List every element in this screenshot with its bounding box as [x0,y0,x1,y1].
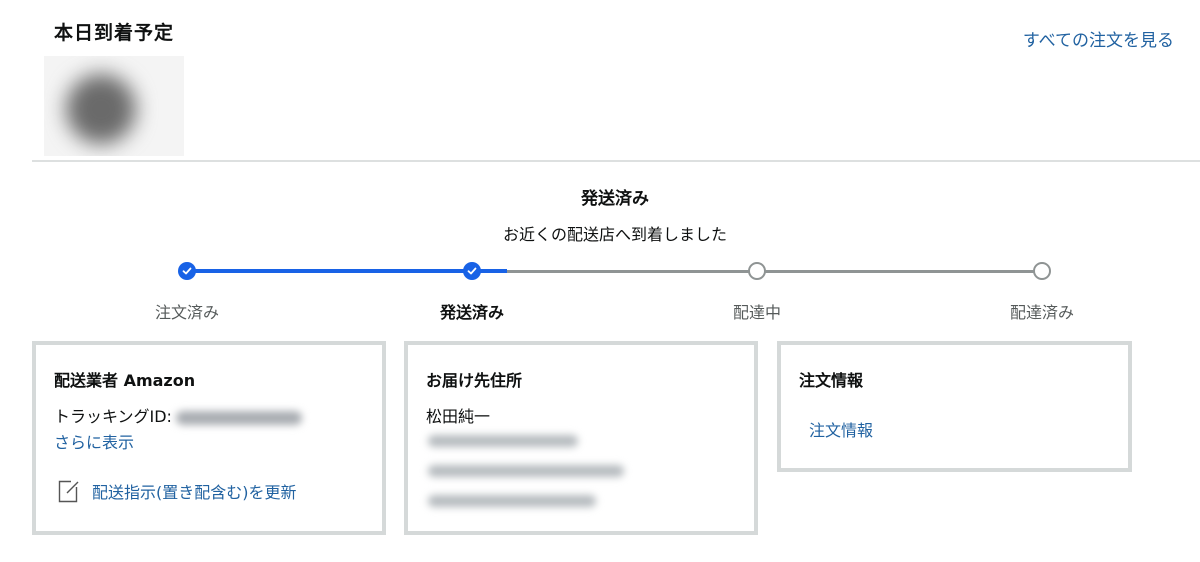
section-divider [32,160,1200,162]
recipient-name: 松田純一 [426,407,491,426]
product-image-blurred [66,74,136,144]
step-node-delivered [1033,262,1051,280]
edit-note-icon [58,480,79,503]
order-info-card: 注文情報 注文情報 [777,341,1132,472]
page-title: 本日到着予定 [54,22,175,44]
tracking-id-value-redacted [175,410,302,425]
step-node-out-for-delivery [748,262,766,280]
order-info-link[interactable]: 注文情報 [809,417,873,441]
carrier-card-title: 配送業者 Amazon [54,371,196,390]
shipping-address-card: お届け先住所 松田純一 [404,341,758,535]
tracking-id-label: トラッキングID: [54,407,172,426]
update-delivery-instructions-link[interactable]: 配送指示(置き配含む)を更新 [58,479,297,503]
progress-track-completed [187,269,507,273]
progress-track-remaining [507,270,1042,273]
order-info-title: 注文情報 [799,371,864,390]
tracking-id: トラッキングID: [54,403,302,427]
product-thumbnail[interactable] [44,56,184,156]
address-line-redacted [428,435,578,447]
step-node-ordered [178,262,196,280]
view-all-orders-link[interactable]: すべての注文を見る [1023,26,1174,51]
step-label-ordered: 注文済み [154,303,219,322]
check-icon [182,267,192,275]
shipment-status-subtitle: お近くの配送店へ到着しました [502,225,727,244]
carrier-card: 配送業者 Amazon トラッキングID: さらに表示 配送指示(置き配含む)を… [32,341,386,535]
address-line-redacted [428,495,596,507]
step-node-shipped [463,262,481,280]
step-label-out-for-delivery: 配達中 [732,303,781,322]
step-label-delivered: 配達済み [1009,303,1074,322]
show-more-link[interactable]: さらに表示 [54,429,134,453]
shipment-status-title: 発送済み [581,189,649,209]
update-delivery-instructions-label: 配送指示(置き配含む)を更新 [92,483,297,502]
step-label-shipped: 発送済み [439,303,504,322]
shipping-address-title: お届け先住所 [426,371,523,390]
check-icon [467,267,477,275]
address-line-redacted [428,465,624,477]
